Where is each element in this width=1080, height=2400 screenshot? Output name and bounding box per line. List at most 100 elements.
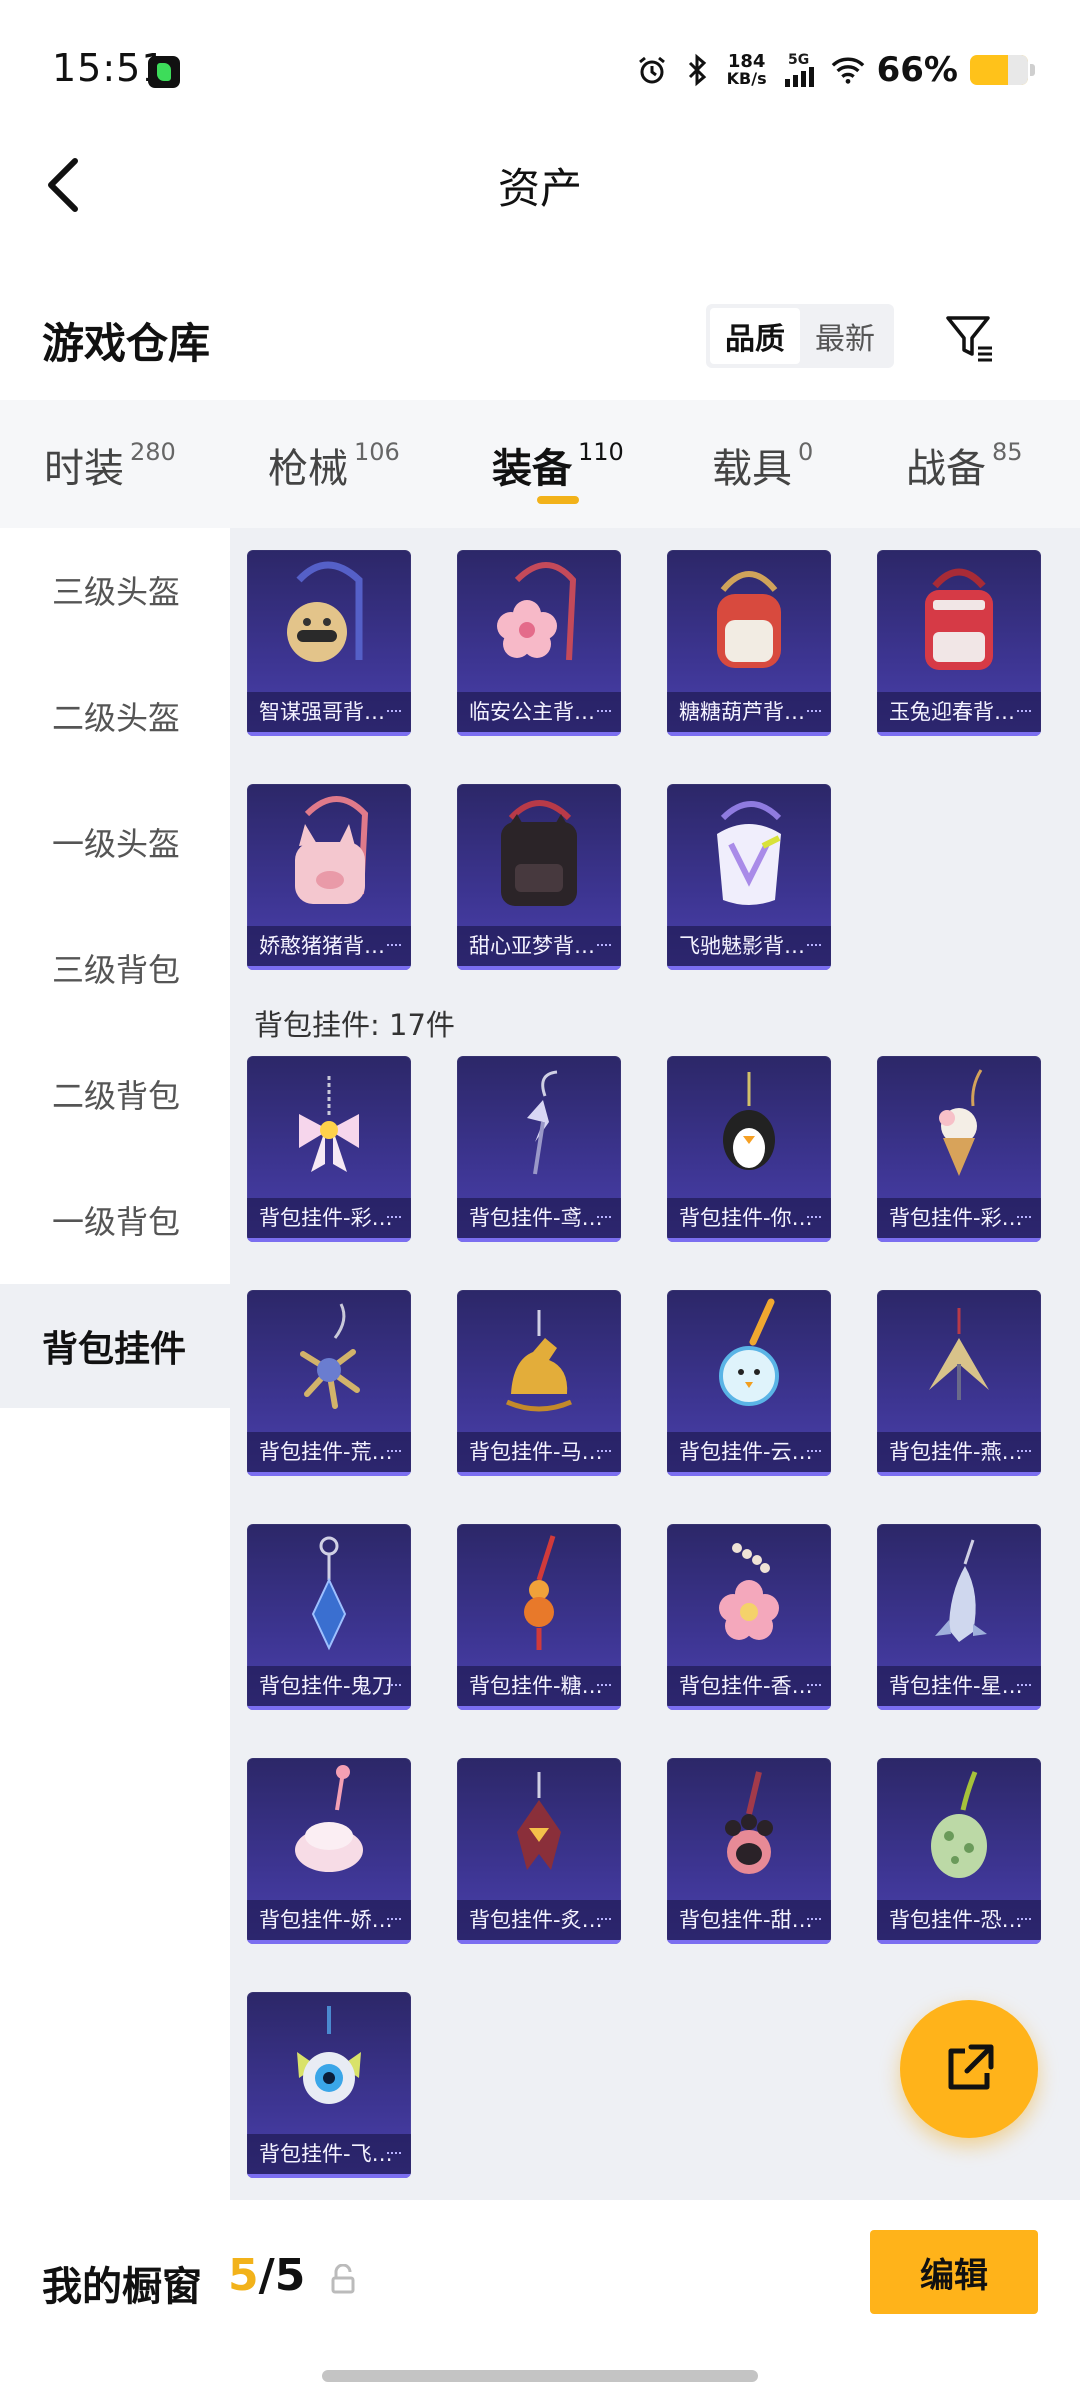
item-card[interactable]: 临安公主背…: [457, 550, 621, 736]
tab-label: 装备: [492, 446, 572, 492]
item-name: 背包挂件-炙…: [457, 1900, 621, 1940]
item-card[interactable]: 背包挂件-飞…: [247, 1992, 411, 2178]
cellular-signal-icon: 5G: [779, 53, 819, 87]
item-name: 背包挂件-恐…: [877, 1900, 1041, 1940]
item-card[interactable]: 背包挂件-彩…: [247, 1056, 411, 1242]
sidebar-item-backpack-lv1[interactable]: 一级背包: [0, 1158, 230, 1282]
item-card[interactable]: 背包挂件-云…: [667, 1290, 831, 1476]
item-card[interactable]: 甜心亚梦背…: [457, 784, 621, 970]
claw-charm-icon: [247, 1290, 411, 1432]
item-card[interactable]: 背包挂件-糖…: [457, 1524, 621, 1710]
item-name: 背包挂件-燕…: [877, 1432, 1041, 1472]
item-name: 智谋强哥背…: [247, 692, 411, 732]
item-name: 背包挂件-香…: [667, 1666, 831, 1706]
item-card[interactable]: 背包挂件-甜…: [667, 1758, 831, 1944]
swallow-charm-icon: [877, 1290, 1041, 1432]
item-card[interactable]: 智谋强哥背…: [247, 550, 411, 736]
item-card[interactable]: 飞驰魅影背…: [667, 784, 831, 970]
bottom-bar: 我的橱窗 5 /5 编辑: [0, 2200, 1080, 2400]
category-tabs: 时装 280 枪械 106 装备 110 载具 0 战备 85: [0, 400, 1080, 528]
edit-button[interactable]: 编辑: [870, 2230, 1038, 2314]
app-notification-icon: [148, 56, 180, 88]
bluetooth-icon: [681, 53, 715, 87]
item-card[interactable]: 玉兔迎春背…: [877, 550, 1041, 736]
item-card[interactable]: 背包挂件-你…: [667, 1056, 831, 1242]
tab-count: 110: [578, 438, 624, 466]
flower-backpack-icon: [457, 550, 621, 692]
showcase-total: /5: [258, 2250, 306, 2301]
cake-charm-icon: [247, 1758, 411, 1900]
category-sidebar: 三级头盔 二级头盔 一级头盔 三级背包 二级背包 一级背包 背包挂件: [0, 528, 230, 2200]
tab-vehicles[interactable]: 载具 0: [712, 436, 813, 494]
home-indicator: [322, 2370, 758, 2382]
tab-combat-supplies[interactable]: 战备 85: [906, 436, 1023, 494]
charms-section-label: 背包挂件: 17件: [254, 1008, 455, 1042]
item-card[interactable]: 糖糖葫芦背…: [667, 550, 831, 736]
battery-icon: [970, 55, 1035, 85]
sidebar-item-backpack-lv2[interactable]: 二级背包: [0, 1032, 230, 1156]
item-card[interactable]: 背包挂件-荒…: [247, 1290, 411, 1476]
penguin-charm-icon: [667, 1056, 831, 1198]
sort-newest-option[interactable]: 最新: [800, 308, 890, 364]
white-backpack-icon: [667, 784, 831, 926]
item-name: 背包挂件-鸢…: [457, 1198, 621, 1238]
tab-equipment[interactable]: 装备 110: [492, 436, 624, 494]
lock-icon: [331, 2264, 355, 2294]
share-button[interactable]: [900, 2000, 1038, 2138]
sort-quality-option[interactable]: 品质: [710, 308, 800, 364]
item-card[interactable]: 背包挂件-炙…: [457, 1758, 621, 1944]
tab-fashion[interactable]: 时装 280: [44, 436, 176, 494]
eye-charm-icon: [247, 1992, 411, 2134]
filter-button[interactable]: [940, 308, 1000, 368]
item-name: 背包挂件-云…: [667, 1432, 831, 1472]
status-icons: 184 KB/s 5G 66%: [635, 48, 1035, 92]
round-face-charm-icon: [667, 1290, 831, 1432]
sidebar-item-backpack-charm[interactable]: 背包挂件: [0, 1284, 230, 1408]
item-card[interactable]: 背包挂件-燕…: [877, 1290, 1041, 1476]
item-card[interactable]: 背包挂件-彩…: [877, 1056, 1041, 1242]
battery-percent: 66%: [876, 50, 958, 90]
sort-toggle: 品质 最新: [706, 304, 894, 368]
tab-label: 载具: [712, 446, 792, 492]
item-name: 背包挂件-甜…: [667, 1900, 831, 1940]
showcase-label: 我的橱窗: [42, 2264, 202, 2310]
item-name: 背包挂件-星…: [877, 1666, 1041, 1706]
item-name: 糖糖葫芦背…: [667, 692, 831, 732]
item-card[interactable]: 背包挂件-鬼刀: [247, 1524, 411, 1710]
network-speed: 184 KB/s: [727, 53, 767, 87]
sidebar-item-helmet-lv1[interactable]: 一级头盔: [0, 780, 230, 904]
item-name: 临安公主背…: [457, 692, 621, 732]
tab-label: 时装: [44, 446, 124, 492]
gourd-backpack-icon: [667, 550, 831, 692]
tab-count: 85: [992, 438, 1023, 466]
tab-label: 战备: [906, 446, 986, 492]
item-name: 背包挂件-糖…: [457, 1666, 621, 1706]
sidebar-item-helmet-lv2[interactable]: 二级头盔: [0, 654, 230, 778]
tab-firearms[interactable]: 枪械 106: [268, 436, 400, 494]
gourd-charm-icon: [457, 1524, 621, 1666]
item-card[interactable]: 背包挂件-马…: [457, 1290, 621, 1476]
tab-count: 0: [798, 438, 814, 466]
item-name: 玉兔迎春背…: [877, 692, 1041, 732]
tab-count: 280: [130, 438, 176, 466]
tab-label: 枪械: [268, 446, 348, 492]
share-external-icon: [948, 2044, 994, 2090]
blossom-charm-icon: [667, 1524, 831, 1666]
sidebar-item-backpack-lv3[interactable]: 三级背包: [0, 906, 230, 1030]
item-card[interactable]: 背包挂件-娇…: [247, 1758, 411, 1944]
butterfly-charm-icon: [457, 1056, 621, 1198]
item-card[interactable]: 背包挂件-鸢…: [457, 1056, 621, 1242]
item-card[interactable]: 娇憨猪猪背…: [247, 784, 411, 970]
item-card[interactable]: 背包挂件-星…: [877, 1524, 1041, 1710]
bow-charm-icon: [247, 1056, 411, 1198]
warehouse-title: 游戏仓库: [42, 319, 211, 368]
item-card[interactable]: 背包挂件-恐…: [877, 1758, 1041, 1944]
black-backpack-icon: [457, 784, 621, 926]
horse-charm-icon: [457, 1290, 621, 1432]
item-name: 背包挂件-你…: [667, 1198, 831, 1238]
ice-cream-charm-icon: [877, 1056, 1041, 1198]
item-card[interactable]: 背包挂件-香…: [667, 1524, 831, 1710]
sidebar-item-helmet-lv3[interactable]: 三级头盔: [0, 528, 230, 652]
egg-charm-icon: [877, 1758, 1041, 1900]
showcase-count: 5 /5: [228, 2250, 305, 2301]
